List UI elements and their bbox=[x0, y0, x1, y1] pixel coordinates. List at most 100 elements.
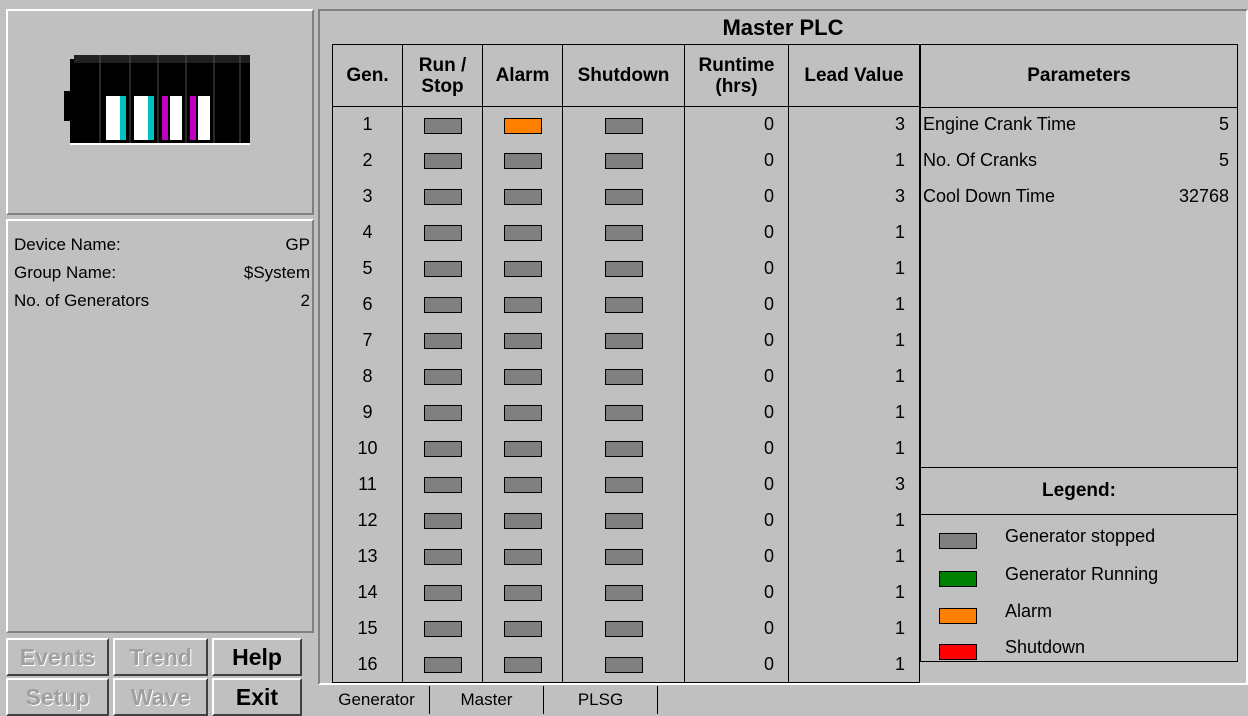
run-stop-indicator bbox=[423, 333, 462, 350]
shutdown-cell bbox=[562, 430, 685, 467]
run-stop-indicator bbox=[423, 585, 462, 602]
runtime-cell: 0 bbox=[684, 466, 789, 503]
gen-number-cell: 6 bbox=[332, 286, 403, 323]
param-label: Engine Crank Time bbox=[923, 114, 1077, 134]
lead-value-cell: 1 bbox=[788, 646, 920, 683]
run-stop-cell bbox=[402, 142, 483, 179]
gen-number-cell: 15 bbox=[332, 610, 403, 647]
run-stop-cell bbox=[402, 178, 483, 215]
alarm-cell bbox=[482, 574, 563, 611]
alarm-cell bbox=[482, 322, 563, 359]
run-stop-cell bbox=[402, 466, 483, 503]
shutdown-indicator bbox=[604, 189, 643, 206]
gen-number-cell: 11 bbox=[332, 466, 403, 503]
alarm-indicator bbox=[503, 261, 542, 278]
lead-value-cell: 1 bbox=[788, 502, 920, 539]
lead-value-cell: 1 bbox=[788, 358, 920, 395]
gen-number-cell: 12 bbox=[332, 502, 403, 539]
run-stop-indicator bbox=[423, 621, 462, 638]
group-name-value: $System bbox=[243, 263, 310, 282]
plc-rack-icon bbox=[64, 55, 250, 145]
shutdown-indicator bbox=[604, 369, 643, 386]
setup-button[interactable]: Setup bbox=[6, 678, 109, 716]
alarm-cell bbox=[482, 502, 563, 539]
col-run-stop-line1: Run / bbox=[418, 54, 467, 76]
shutdown-indicator bbox=[604, 225, 643, 242]
alarm-indicator bbox=[503, 405, 542, 422]
col-run-stop-line2: Stop bbox=[421, 75, 464, 97]
shutdown-cell bbox=[562, 178, 685, 215]
help-button[interactable]: Help bbox=[212, 638, 302, 676]
runtime-cell: 0 bbox=[684, 574, 789, 611]
run-stop-indicator bbox=[423, 405, 462, 422]
gen-number-cell: 2 bbox=[332, 142, 403, 179]
col-runtime-line2: (hrs) bbox=[715, 75, 758, 97]
tab-master[interactable]: Master bbox=[430, 686, 544, 714]
legend-title: Legend: bbox=[921, 467, 1237, 515]
table-header-row: Gen. Run / Stop Alarm Shutdown Runtime (… bbox=[332, 44, 920, 107]
gen-number-cell: 5 bbox=[332, 250, 403, 287]
events-button[interactable]: Events bbox=[6, 638, 109, 676]
runtime-cell: 0 bbox=[684, 250, 789, 287]
run-stop-indicator bbox=[423, 225, 462, 242]
generator-rows: 1 0 3 2 0 1 3 0 3 4 0 1 5 0 1 6 0 1 7 0 1 8 0 1 9 0 1 10 0 1 11 0 3 12 0 1 1… bbox=[332, 106, 920, 683]
trend-button[interactable]: Trend bbox=[113, 638, 208, 676]
run-stop-indicator bbox=[423, 153, 462, 170]
wave-button[interactable]: Wave bbox=[113, 678, 208, 716]
table-row: 14 0 1 bbox=[332, 574, 920, 611]
runtime-cell: 0 bbox=[684, 106, 789, 143]
legend-item-running: Generator Running bbox=[939, 561, 1237, 591]
run-stop-cell bbox=[402, 574, 483, 611]
param-label: Cool Down Time bbox=[923, 186, 1056, 206]
run-stop-indicator bbox=[423, 477, 462, 494]
run-stop-cell bbox=[402, 502, 483, 539]
shutdown-indicator bbox=[604, 441, 643, 458]
tab-generator[interactable]: Generator bbox=[324, 686, 430, 714]
param-value: 32768 bbox=[1178, 186, 1229, 206]
runtime-cell: 0 bbox=[684, 286, 789, 323]
run-stop-indicator bbox=[423, 189, 462, 206]
shutdown-cell bbox=[562, 574, 685, 611]
alarm-cell bbox=[482, 142, 563, 179]
shutdown-cell bbox=[562, 466, 685, 503]
gen-number-cell: 14 bbox=[332, 574, 403, 611]
run-stop-indicator bbox=[423, 549, 462, 566]
table-row: 11 0 3 bbox=[332, 466, 920, 503]
runtime-cell: 0 bbox=[684, 142, 789, 179]
table-row: 1 03 bbox=[332, 106, 920, 143]
shutdown-indicator bbox=[604, 585, 643, 602]
exit-button[interactable]: Exit bbox=[212, 678, 302, 716]
table-row: 12 0 1 bbox=[332, 502, 920, 539]
lead-value-cell: 1 bbox=[788, 322, 920, 359]
shutdown-indicator bbox=[604, 405, 643, 422]
tab-plsg[interactable]: PLSG bbox=[544, 686, 658, 714]
runtime-cell: 0 bbox=[684, 178, 789, 215]
gen-number-cell: 10 bbox=[332, 430, 403, 467]
parameters-title: Parameters bbox=[921, 45, 1237, 108]
alarm-indicator bbox=[503, 441, 542, 458]
run-stop-indicator bbox=[423, 513, 462, 530]
runtime-cell: 0 bbox=[684, 214, 789, 251]
lead-value-cell: 1 bbox=[788, 142, 920, 179]
col-runtime-header: Runtime (hrs) bbox=[684, 44, 789, 107]
legend-item-stopped: Generator stopped bbox=[939, 523, 1237, 553]
gen-number-cell: 4 bbox=[332, 214, 403, 251]
generator-table: Gen. Run / Stop Alarm Shutdown Runtime (… bbox=[332, 44, 920, 683]
lead-value-cell: 1 bbox=[788, 538, 920, 575]
lead-value-cell: 1 bbox=[788, 394, 920, 431]
legend-label: Shutdown bbox=[1005, 637, 1086, 657]
alarm-indicator bbox=[503, 297, 542, 314]
shutdown-indicator bbox=[604, 657, 643, 673]
legend-swatch-green bbox=[939, 571, 977, 587]
table-row: 15 0 1 bbox=[332, 610, 920, 647]
table-row: 8 01 bbox=[332, 358, 920, 395]
alarm-indicator bbox=[503, 477, 542, 494]
shutdown-indicator bbox=[604, 297, 643, 314]
legend-label: Generator stopped bbox=[1005, 526, 1156, 546]
shutdown-cell bbox=[562, 502, 685, 539]
run-stop-cell bbox=[402, 106, 483, 143]
alarm-cell bbox=[482, 214, 563, 251]
shutdown-cell bbox=[562, 394, 685, 431]
gen-number-cell: 1 bbox=[332, 106, 403, 143]
device-name-label: Device Name: bbox=[14, 235, 121, 254]
